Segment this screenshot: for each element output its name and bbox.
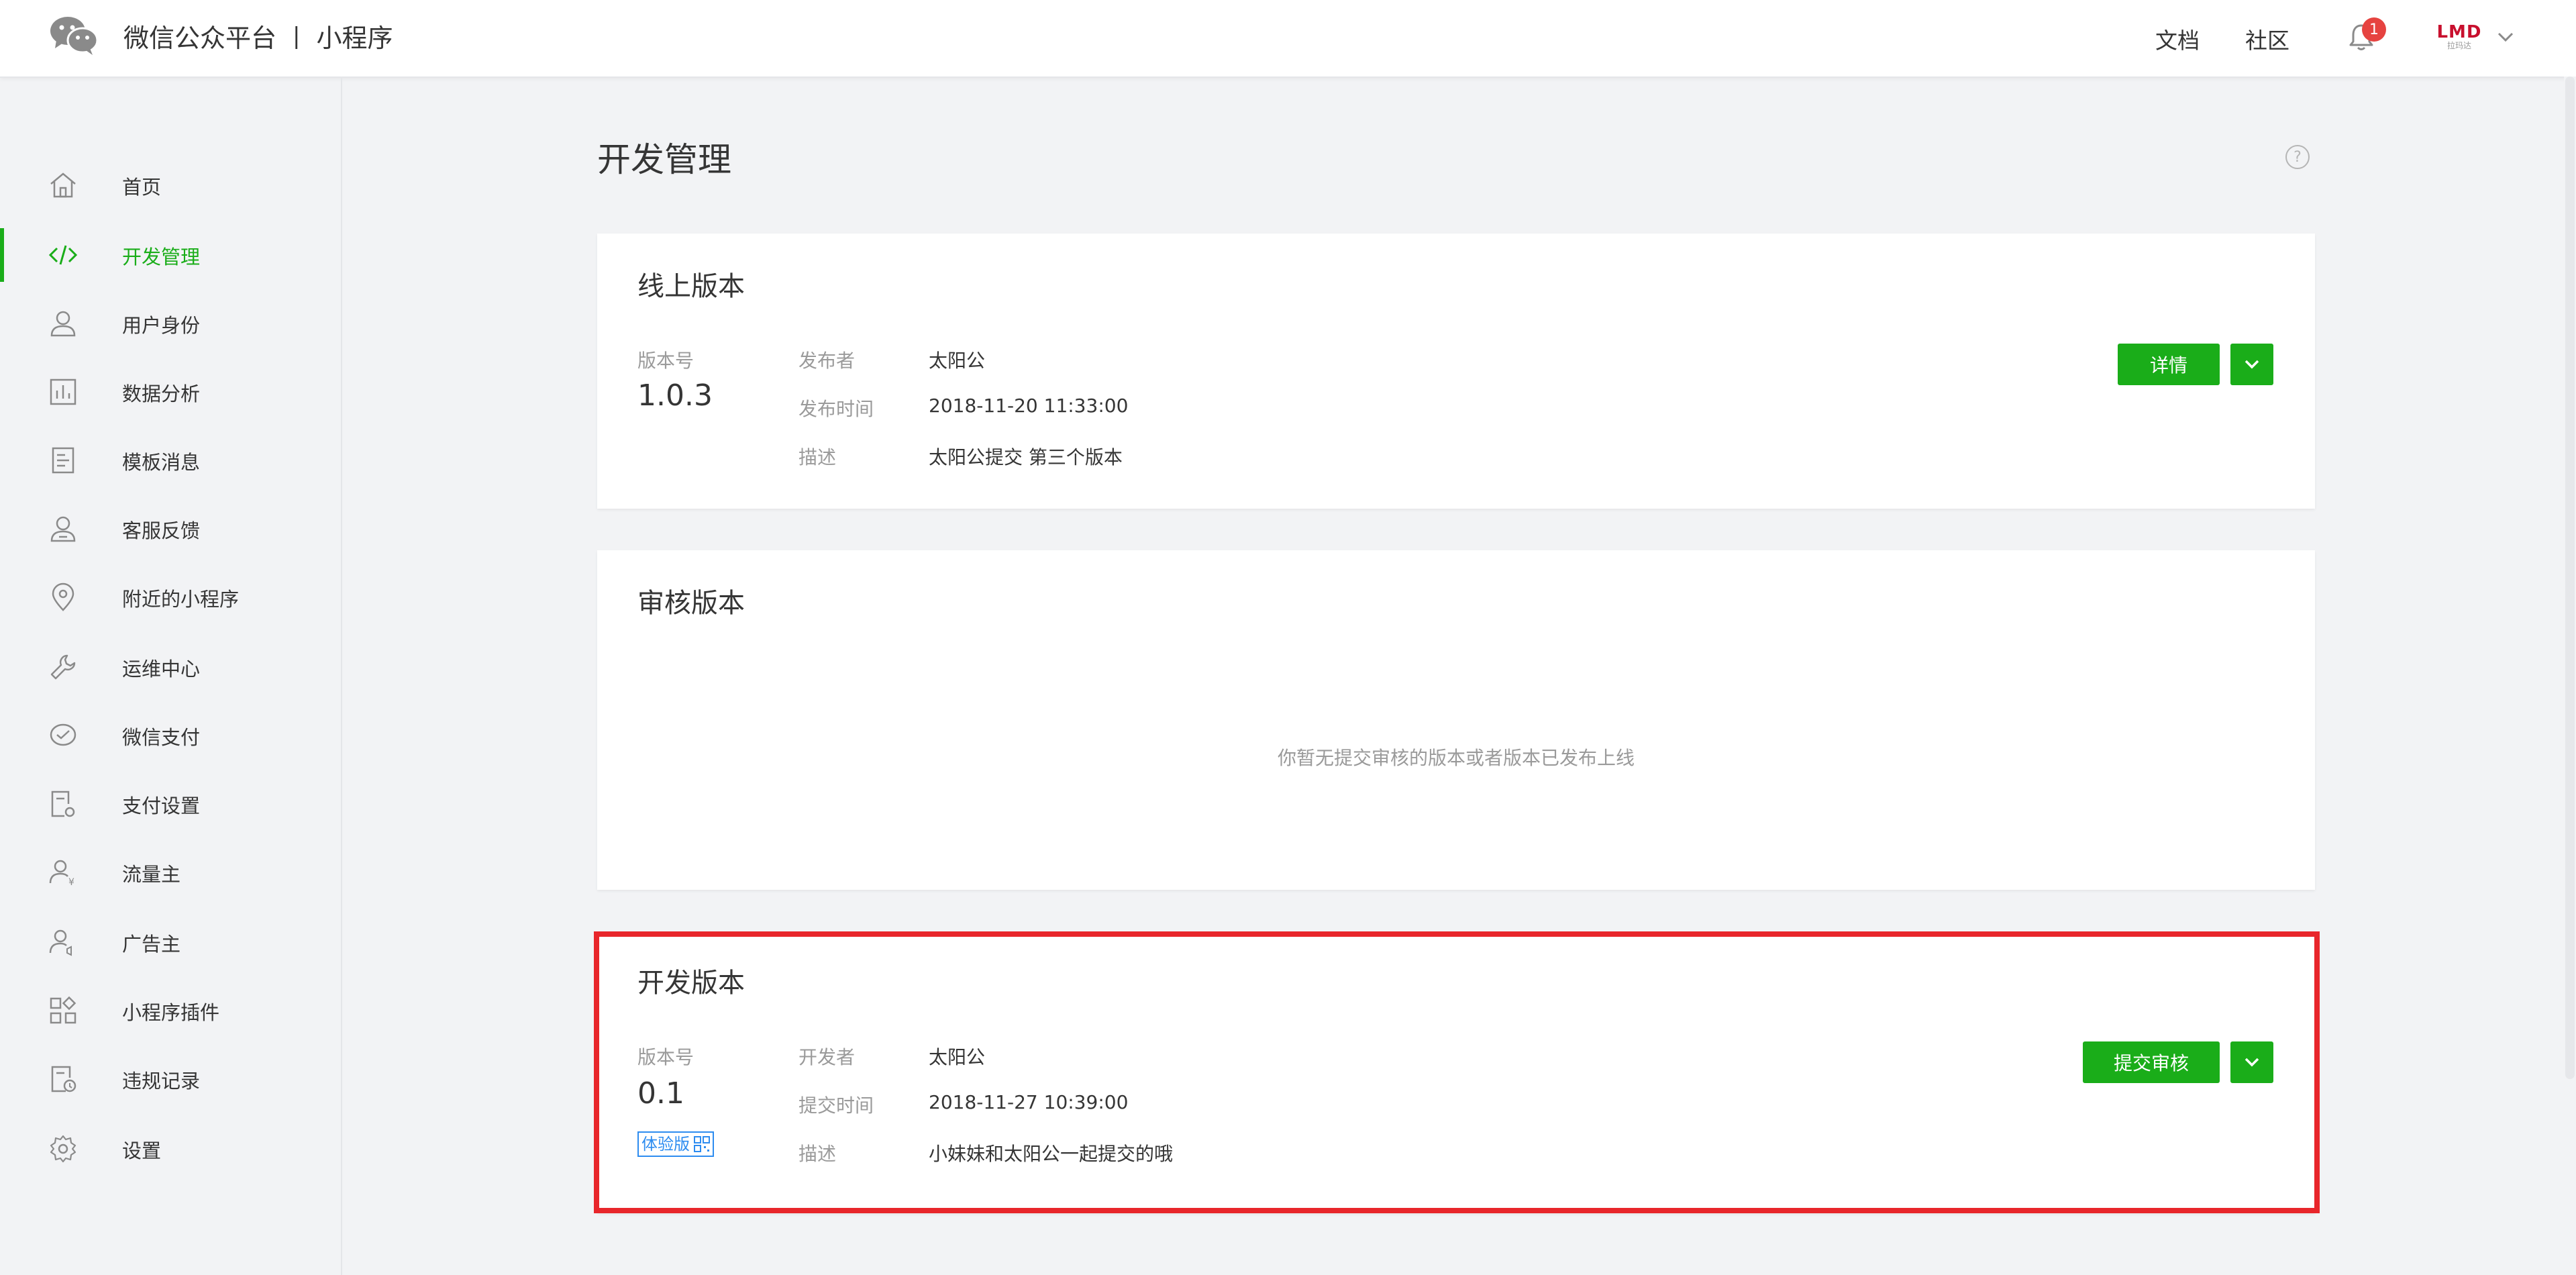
sidebar-item-label: 支付设置 [122, 795, 201, 817]
traffic-owner-icon: ¥ [49, 860, 74, 887]
sidebar-item-label: 用户身份 [122, 314, 201, 337]
trial-version-label: 体验版 [641, 1135, 690, 1154]
dev-version-title: 开发版本 [637, 968, 745, 999]
publisher-value: 太阳公 [929, 350, 986, 372]
brand-separator: | [293, 22, 301, 50]
brand-subtitle: 小程序 [316, 23, 393, 53]
publish-time-value: 2018-11-20 11:33:00 [929, 395, 1129, 417]
review-version-title: 审核版本 [637, 588, 745, 619]
details-button[interactable]: 详情 [2118, 344, 2220, 385]
review-empty-message: 你暂无提交审核的版本或者版本已发布上线 [1277, 747, 1635, 769]
sidebar-item-label: 首页 [122, 176, 162, 199]
home-icon [50, 172, 76, 198]
sidebar-item-label: 客服反馈 [122, 519, 201, 542]
sidebar-item-plugins[interactable]: 小程序插件 [0, 984, 341, 1037]
dev-more-dropdown[interactable] [2230, 1041, 2273, 1083]
description-label: 描述 [798, 1143, 837, 1165]
description-value: 小妹妹和太阳公一起提交的哦 [929, 1143, 1174, 1165]
online-version-number: 1.0.3 [637, 378, 713, 413]
document-icon [52, 447, 74, 474]
sidebar-item-label: 广告主 [122, 933, 181, 956]
dev-version-number: 0.1 [637, 1076, 684, 1111]
sidebar-item-label: 违规记录 [122, 1070, 201, 1092]
submit-time-label: 提交时间 [798, 1094, 874, 1117]
version-label: 版本号 [637, 1046, 694, 1068]
docs-link[interactable]: 文档 [2155, 23, 2200, 55]
top-bar: 微信公众平台 | 小程序 文档 社区 1 LMD 拉玛达 [0, 0, 2576, 78]
online-version-card: 线上版本 版本号 1.0.3 发布者 太阳公 发布时间 2018-11-20 1… [597, 234, 2315, 509]
sidebar-item-advertiser[interactable]: 广告主 [0, 915, 341, 969]
sidebar-item-ops-center[interactable]: 运维中心 [0, 640, 341, 694]
wechat-pay-icon [50, 723, 76, 746]
sidebar-item-template-messages[interactable]: 模板消息 [0, 434, 341, 487]
sidebar-item-nearby-miniprogram[interactable]: 附近的小程序 [0, 570, 341, 624]
sidebar-item-settings[interactable]: 设置 [0, 1122, 341, 1176]
online-more-dropdown[interactable] [2230, 344, 2273, 385]
chart-icon [50, 378, 76, 405]
sidebar-item-data-analysis[interactable]: 数据分析 [0, 365, 341, 419]
trial-version-tag[interactable]: 体验版 [637, 1131, 714, 1157]
svg-text:¥: ¥ [68, 877, 74, 887]
chevron-down-icon[interactable] [2496, 30, 2515, 44]
sidebar-item-dev-management[interactable]: 开发管理 [0, 228, 341, 282]
description-value: 太阳公提交 第三个版本 [929, 446, 1123, 468]
chevron-down-icon [2245, 1058, 2259, 1067]
online-version-title: 线上版本 [637, 271, 745, 302]
brand-title[interactable]: 微信公众平台 [123, 17, 276, 54]
qrcode-icon [694, 1136, 710, 1152]
description-label: 描述 [798, 446, 837, 468]
brand: 微信公众平台 | 小程序 [123, 17, 393, 54]
help-icon[interactable]: ? [2284, 144, 2311, 170]
sidebar-item-label: 微信支付 [122, 726, 201, 749]
settings-icon [50, 1135, 76, 1163]
notification-badge: 1 [2362, 17, 2386, 42]
page-title: 开发管理 [597, 140, 731, 179]
developer-value: 太阳公 [929, 1046, 986, 1068]
version-label: 版本号 [637, 350, 694, 372]
avatar-logo-text: LMD [2436, 22, 2482, 42]
sidebar-item-payment-settings[interactable]: 支付设置 [0, 777, 341, 831]
sidebar-item-customer-feedback[interactable]: 客服反馈 [0, 502, 341, 556]
sidebar-item-label: 运维中心 [122, 658, 201, 680]
publish-time-label: 发布时间 [798, 398, 874, 420]
sidebar: 首页 开发管理 用户身份 数据分析 模板消息 客服反馈 附近的小程序 运维中心 … [0, 78, 342, 1275]
sidebar-item-label: 模板消息 [122, 451, 201, 474]
submit-review-button[interactable]: 提交审核 [2083, 1041, 2220, 1083]
review-version-card: 审核版本 你暂无提交审核的版本或者版本已发布上线 [597, 550, 2315, 890]
sidebar-item-label: 小程序插件 [122, 1001, 220, 1024]
sidebar-item-home[interactable]: 首页 [0, 158, 341, 212]
avatar-logo-subtext: 拉玛达 [2446, 41, 2471, 50]
chevron-down-icon [2245, 360, 2259, 369]
sidebar-item-label: 附近的小程序 [122, 588, 240, 611]
dev-version-card: 开发版本 版本号 0.1 体验版 开发者 太阳公 提交时间 2018-11-27… [597, 931, 2315, 1213]
avatar[interactable]: LMD 拉玛达 [2436, 19, 2481, 55]
sidebar-item-violation-records[interactable]: 违规记录 [0, 1052, 341, 1106]
community-link[interactable]: 社区 [2245, 23, 2289, 55]
sidebar-item-label: 开发管理 [122, 246, 201, 268]
plugin-icon [50, 996, 76, 1024]
svg-text:?: ? [2294, 149, 2302, 166]
sidebar-item-label: 流量主 [122, 863, 181, 886]
user-icon [50, 311, 76, 337]
sidebar-item-label: 数据分析 [122, 382, 201, 405]
location-icon [52, 582, 74, 611]
sidebar-item-label: 设置 [122, 1139, 162, 1162]
scrollbar-thumb[interactable] [2565, 76, 2575, 1079]
advertiser-icon [49, 929, 72, 956]
wrench-icon [50, 654, 76, 680]
violation-record-icon [51, 1066, 76, 1092]
wechat-logo-icon[interactable] [50, 15, 98, 56]
sidebar-item-traffic-owner[interactable]: ¥ 流量主 [0, 846, 341, 899]
payment-settings-icon [51, 790, 75, 817]
submit-time-value: 2018-11-27 10:39:00 [929, 1091, 1129, 1113]
customer-service-icon [50, 516, 76, 542]
sidebar-item-user-identity[interactable]: 用户身份 [0, 297, 341, 350]
code-icon [48, 245, 78, 265]
sidebar-item-wechat-pay[interactable]: 微信支付 [0, 709, 341, 762]
developer-label: 开发者 [798, 1046, 856, 1068]
publisher-label: 发布者 [798, 350, 856, 372]
